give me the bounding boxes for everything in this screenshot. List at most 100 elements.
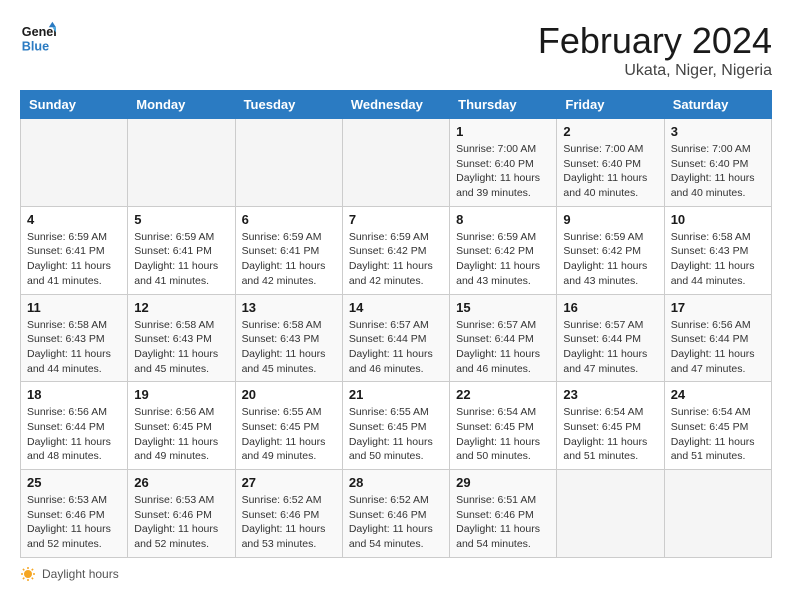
day-info: Sunrise: 6:53 AMSunset: 6:46 PMDaylight:… <box>27 493 121 552</box>
day-info: Sunrise: 6:54 AMSunset: 6:45 PMDaylight:… <box>456 405 550 464</box>
day-number: 21 <box>349 387 443 402</box>
header-day-tuesday: Tuesday <box>235 91 342 119</box>
day-number: 29 <box>456 475 550 490</box>
day-number: 16 <box>563 300 657 315</box>
day-cell: 25 Sunrise: 6:53 AMSunset: 6:46 PMDayligh… <box>21 470 128 558</box>
header-day-wednesday: Wednesday <box>342 91 449 119</box>
day-cell: 17 Sunrise: 6:56 AMSunset: 6:44 PMDayligh… <box>664 294 771 382</box>
logo: General Blue <box>20 20 56 56</box>
day-cell: 10 Sunrise: 6:58 AMSunset: 6:43 PMDayligh… <box>664 206 771 294</box>
day-info: Sunrise: 6:56 AMSunset: 6:45 PMDaylight:… <box>134 405 228 464</box>
day-info: Sunrise: 7:00 AMSunset: 6:40 PMDaylight:… <box>671 142 765 201</box>
day-info: Sunrise: 6:58 AMSunset: 6:43 PMDaylight:… <box>671 230 765 289</box>
day-info: Sunrise: 6:56 AMSunset: 6:44 PMDaylight:… <box>27 405 121 464</box>
day-number: 5 <box>134 212 228 227</box>
sun-icon <box>20 566 36 582</box>
day-cell: 4 Sunrise: 6:59 AMSunset: 6:41 PMDaylight… <box>21 206 128 294</box>
day-number: 13 <box>242 300 336 315</box>
svg-text:Blue: Blue <box>22 40 49 54</box>
page-header: General Blue February 2024 Ukata, Niger,… <box>20 20 772 80</box>
svg-text:General: General <box>22 25 56 39</box>
week-row-2: 11 Sunrise: 6:58 AMSunset: 6:43 PMDayligh… <box>21 294 772 382</box>
day-cell: 21 Sunrise: 6:55 AMSunset: 6:45 PMDayligh… <box>342 382 449 470</box>
day-cell: 29 Sunrise: 6:51 AMSunset: 6:46 PMDayligh… <box>450 470 557 558</box>
daylight-label: Daylight hours <box>42 567 119 581</box>
day-number: 24 <box>671 387 765 402</box>
day-number: 11 <box>27 300 121 315</box>
day-number: 22 <box>456 387 550 402</box>
day-number: 7 <box>349 212 443 227</box>
calendar-subtitle: Ukata, Niger, Nigeria <box>538 62 772 80</box>
day-info: Sunrise: 6:59 AMSunset: 6:41 PMDaylight:… <box>27 230 121 289</box>
day-info: Sunrise: 6:57 AMSunset: 6:44 PMDaylight:… <box>349 318 443 377</box>
day-info: Sunrise: 6:59 AMSunset: 6:42 PMDaylight:… <box>349 230 443 289</box>
day-number: 25 <box>27 475 121 490</box>
day-number: 23 <box>563 387 657 402</box>
day-cell: 18 Sunrise: 6:56 AMSunset: 6:44 PMDayligh… <box>21 382 128 470</box>
day-info: Sunrise: 7:00 AMSunset: 6:40 PMDaylight:… <box>563 142 657 201</box>
day-cell: 28 Sunrise: 6:52 AMSunset: 6:46 PMDayligh… <box>342 470 449 558</box>
day-cell: 6Sunrise: 6:59 AMSunset: 6:41 PMDaylight… <box>235 206 342 294</box>
day-number: 28 <box>349 475 443 490</box>
day-info: Sunrise: 6:59 AMSunset: 6:41 PMDaylight:… <box>134 230 228 289</box>
day-cell: 22 Sunrise: 6:54 AMSunset: 6:45 PMDayligh… <box>450 382 557 470</box>
day-number: 4 <box>27 212 121 227</box>
title-block: February 2024 Ukata, Niger, Nigeria <box>538 20 772 80</box>
day-number: 20 <box>242 387 336 402</box>
day-cell <box>557 470 664 558</box>
day-cell: 1Sunrise: 7:00 AMSunset: 6:40 PMDaylight… <box>450 119 557 207</box>
day-info: Sunrise: 6:58 AMSunset: 6:43 PMDaylight:… <box>27 318 121 377</box>
day-info: Sunrise: 6:55 AMSunset: 6:45 PMDaylight:… <box>349 405 443 464</box>
header-day-thursday: Thursday <box>450 91 557 119</box>
header-day-friday: Friday <box>557 91 664 119</box>
day-number: 14 <box>349 300 443 315</box>
week-row-0: 1 Sunrise: 7:00 AMSunset: 6:40 PMDaylight… <box>21 119 772 207</box>
day-number: 18 <box>27 387 121 402</box>
logo-icon: General Blue <box>20 20 56 56</box>
day-number: 10 <box>671 212 765 227</box>
day-cell: 9Sunrise: 6:59 AMSunset: 6:42 PMDaylight… <box>557 206 664 294</box>
day-info: Sunrise: 6:59 AMSunset: 6:42 PMDaylight:… <box>456 230 550 289</box>
day-number: 15 <box>456 300 550 315</box>
day-cell: 26 Sunrise: 6:53 AMSunset: 6:46 PMDayligh… <box>128 470 235 558</box>
day-info: Sunrise: 6:54 AMSunset: 6:45 PMDaylight:… <box>563 405 657 464</box>
day-info: Sunrise: 6:52 AMSunset: 6:46 PMDaylight:… <box>349 493 443 552</box>
day-info: Sunrise: 6:56 AMSunset: 6:44 PMDaylight:… <box>671 318 765 377</box>
day-number: 26 <box>134 475 228 490</box>
header-day-monday: Monday <box>128 91 235 119</box>
day-cell: 20 Sunrise: 6:55 AMSunset: 6:45 PMDayligh… <box>235 382 342 470</box>
day-cell: 5 Sunrise: 6:59 AMSunset: 6:41 PMDaylight… <box>128 206 235 294</box>
day-info: Sunrise: 6:51 AMSunset: 6:46 PMDaylight:… <box>456 493 550 552</box>
day-cell: 24Sunrise: 6:54 AMSunset: 6:45 PMDayligh… <box>664 382 771 470</box>
day-number: 27 <box>242 475 336 490</box>
day-cell <box>235 119 342 207</box>
day-cell: 14 Sunrise: 6:57 AMSunset: 6:44 PMDayligh… <box>342 294 449 382</box>
header-row: SundayMondayTuesdayWednesdayThursdayFrid… <box>21 91 772 119</box>
day-cell: 15Sunrise: 6:57 AMSunset: 6:44 PMDayligh… <box>450 294 557 382</box>
week-row-1: 4 Sunrise: 6:59 AMSunset: 6:41 PMDaylight… <box>21 206 772 294</box>
footer: Daylight hours <box>20 566 772 582</box>
day-info: Sunrise: 6:58 AMSunset: 6:43 PMDaylight:… <box>242 318 336 377</box>
day-info: Sunrise: 6:55 AMSunset: 6:45 PMDaylight:… <box>242 405 336 464</box>
day-cell <box>664 470 771 558</box>
day-cell: 16 Sunrise: 6:57 AMSunset: 6:44 PMDayligh… <box>557 294 664 382</box>
day-cell <box>21 119 128 207</box>
day-number: 3 <box>671 124 765 139</box>
calendar-header: SundayMondayTuesdayWednesdayThursdayFrid… <box>21 91 772 119</box>
day-cell: 27Sunrise: 6:52 AMSunset: 6:46 PMDayligh… <box>235 470 342 558</box>
day-number: 1 <box>456 124 550 139</box>
header-day-sunday: Sunday <box>21 91 128 119</box>
day-info: Sunrise: 6:59 AMSunset: 6:41 PMDaylight:… <box>242 230 336 289</box>
day-info: Sunrise: 6:57 AMSunset: 6:44 PMDaylight:… <box>563 318 657 377</box>
day-cell: 8Sunrise: 6:59 AMSunset: 6:42 PMDaylight… <box>450 206 557 294</box>
day-info: Sunrise: 6:53 AMSunset: 6:46 PMDaylight:… <box>134 493 228 552</box>
day-number: 2 <box>563 124 657 139</box>
day-cell: 19Sunrise: 6:56 AMSunset: 6:45 PMDayligh… <box>128 382 235 470</box>
day-number: 17 <box>671 300 765 315</box>
day-cell: 3 Sunrise: 7:00 AMSunset: 6:40 PMDaylight… <box>664 119 771 207</box>
day-cell: 2 Sunrise: 7:00 AMSunset: 6:40 PMDaylight… <box>557 119 664 207</box>
header-day-saturday: Saturday <box>664 91 771 119</box>
day-info: Sunrise: 6:58 AMSunset: 6:43 PMDaylight:… <box>134 318 228 377</box>
day-cell: 12Sunrise: 6:58 AMSunset: 6:43 PMDayligh… <box>128 294 235 382</box>
calendar-table: SundayMondayTuesdayWednesdayThursdayFrid… <box>20 90 772 558</box>
